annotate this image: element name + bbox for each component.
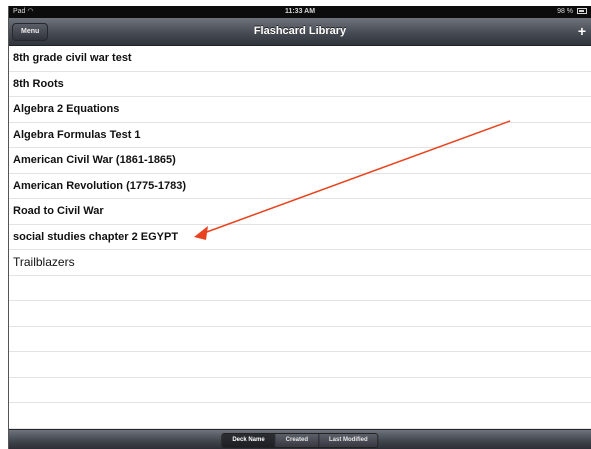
deck-row[interactable]: Road to Civil War: [9, 199, 591, 225]
empty-row: [9, 276, 591, 301]
deck-row[interactable]: Algebra Formulas Test 1: [9, 123, 591, 148]
status-time: 11:33 AM: [284, 8, 316, 15]
battery-icon: [577, 8, 587, 15]
empty-row: [9, 352, 591, 378]
deck-list: 8th grade civil war test 8th Roots Algeb…: [9, 46, 591, 430]
sort-by-deck-name-button[interactable]: Deck Name: [222, 434, 275, 447]
empty-row: [9, 327, 591, 352]
sort-by-created-button[interactable]: Created: [274, 434, 319, 447]
empty-row: [9, 378, 591, 403]
empty-row: [9, 301, 591, 327]
empty-row: [9, 403, 591, 429]
deck-row[interactable]: American Civil War (1861-1865): [9, 148, 591, 174]
sort-by-last-modified-button[interactable]: Last Modified: [318, 434, 378, 447]
navigation-bar: Menu Flashcard Library +: [9, 18, 591, 46]
battery-percent: 98 %: [557, 8, 574, 15]
ipad-screen: Pad ◠ 11:33 AM 98 % Menu Flashcard Libra…: [8, 6, 591, 449]
deck-row[interactable]: 8th grade civil war test: [9, 46, 591, 72]
add-deck-button[interactable]: +: [576, 23, 588, 39]
sort-segmented-control: Deck Name Created Last Modified: [221, 433, 379, 448]
deck-row[interactable]: Trailblazers: [9, 250, 591, 276]
bottom-toolbar: Deck Name Created Last Modified: [9, 429, 591, 449]
status-right: 98 %: [557, 6, 587, 18]
page-title: Flashcard Library: [253, 25, 347, 37]
status-bar: Pad ◠ 11:33 AM 98 %: [9, 6, 591, 18]
deck-row[interactable]: social studies chapter 2 EGYPT: [9, 225, 591, 250]
deck-row[interactable]: American Revolution (1775-1783): [9, 174, 591, 199]
deck-row[interactable]: Algebra 2 Equations: [9, 97, 591, 123]
deck-row[interactable]: 8th Roots: [9, 72, 591, 97]
